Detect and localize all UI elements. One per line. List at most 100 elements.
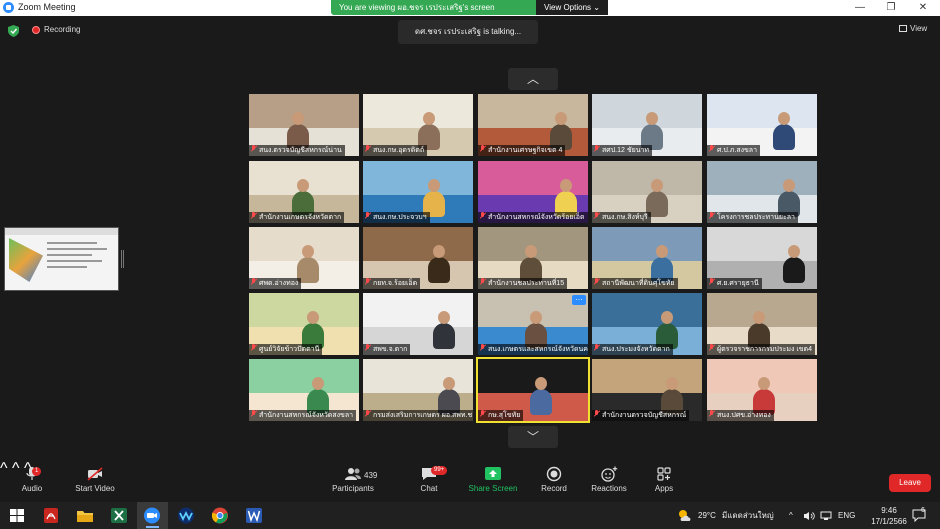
- leave-button[interactable]: Leave: [889, 474, 931, 492]
- participant-head: [297, 179, 309, 192]
- windows-start-icon[interactable]: [8, 507, 26, 524]
- word-icon[interactable]: [245, 507, 263, 524]
- participant-name-bar: สพข.จ.ตาก: [363, 344, 411, 355]
- chat-badge: 99+: [431, 466, 448, 475]
- file-explorer-icon[interactable]: [76, 507, 94, 524]
- participant-name: ผู้ตรวจราชการกรมประมง เขต4: [717, 346, 812, 353]
- participant-video-tile[interactable]: สนง.ตรวจบัญชีสหกรณ์น่าน: [249, 94, 359, 156]
- start-video-button[interactable]: Start Video: [72, 466, 118, 493]
- text-line: [47, 266, 87, 268]
- weather-description[interactable]: มีแดดส่วนใหญ่: [722, 502, 774, 529]
- participant-head: [661, 311, 673, 324]
- pdf-reader-icon[interactable]: [42, 507, 60, 524]
- participant-video-tile[interactable]: สนง.กษ.สิงห์บุรี: [592, 161, 702, 223]
- webex-icon[interactable]: [177, 507, 195, 524]
- participant-head: [428, 179, 440, 192]
- participant-video-tile[interactable]: สำนักงานสหกรณ์จังหวัดสงขลา: [249, 359, 359, 421]
- participant-video-tile[interactable]: สถานีพัฒนาที่ดินศุโขทัย: [592, 227, 702, 289]
- close-button[interactable]: ✕: [908, 0, 938, 16]
- tile-more-options-icon[interactable]: …: [572, 294, 586, 305]
- previous-page-button[interactable]: ︿: [508, 68, 558, 90]
- participant-video-tile[interactable]: กษ.สุโขทัย: [476, 357, 590, 423]
- participant-name: สนง.กษ.อุดรดิตถ์: [373, 147, 425, 154]
- reactions-button[interactable]: Reactions: [589, 466, 629, 493]
- participant-video-tile[interactable]: ศพด.อ่างทอง: [249, 227, 359, 289]
- participant-video-tile[interactable]: ผู้ตรวจราชการกรมประมง เขต4: [707, 293, 817, 355]
- participant-video-tile[interactable]: ศูนย์วิจัยข้าวปัตตานี: [249, 293, 359, 355]
- participant-name: สนง.ปศข.อ่างทอง: [717, 412, 771, 419]
- participant-name-bar: สำนักงานสหกรณ์จังหวัดร้อยเอ็ด: [478, 212, 588, 223]
- reactions-icon: [601, 466, 618, 482]
- participant-name: สำนักงานสหกรณ์จังหวัดร้อยเอ็ด: [488, 214, 585, 221]
- audio-label: Audio: [21, 484, 43, 493]
- minimize-button[interactable]: —: [845, 0, 875, 16]
- shared-screen-thumbnail[interactable]: [4, 227, 119, 291]
- participant-head: [302, 245, 314, 258]
- input-language[interactable]: ENG: [838, 502, 855, 529]
- participant-video-tile[interactable]: สำนักงานสหกรณ์จังหวัดร้อยเอ็ด: [478, 161, 588, 223]
- system-clock[interactable]: 9:46 17/1/2566: [870, 505, 908, 527]
- encryption-shield-icon[interactable]: [8, 25, 19, 37]
- maximize-button[interactable]: ❐: [876, 0, 906, 16]
- participant-video-tile[interactable]: สนง.กษ.อุดรดิตถ์: [363, 94, 473, 156]
- participant-video-tile[interactable]: … สนง.เกษตรและสหกรณ์จังหวัดนครพนม: [478, 293, 588, 355]
- notification-count: 6: [921, 507, 925, 514]
- participant-video-tile[interactable]: สพข.จ.ตาก: [363, 293, 473, 355]
- participant-head: [646, 112, 658, 125]
- view-button[interactable]: View: [899, 24, 927, 33]
- muted-microphone-icon: [594, 212, 600, 220]
- participant-video-tile[interactable]: สำนักงานชลประทานที่15: [478, 227, 588, 289]
- participant-video-tile[interactable]: ศ.ป.ภ.สงขลา: [707, 94, 817, 156]
- participant-video-tile[interactable]: สำนักงานเกษตรจังหวัดตาก: [249, 161, 359, 223]
- participant-figure: [773, 124, 795, 150]
- participant-name-bar: กรมส่งเสริมการเกษตร ผอ.สพท.ชลบุรี: [363, 410, 473, 421]
- participant-video-tile[interactable]: สนง.กษ.ประจวบฯ: [363, 161, 473, 223]
- participant-video-tile[interactable]: ศ.ย.ศรายุธานี: [707, 227, 817, 289]
- speaker-icon[interactable]: [803, 511, 815, 521]
- next-page-button[interactable]: ﹀: [508, 426, 558, 448]
- participant-name: สนง.กษ.สิงห์บุรี: [602, 214, 648, 221]
- participant-head: [778, 112, 790, 125]
- weather-icon[interactable]: [677, 508, 693, 523]
- participant-name-bar: ศพด.อ่างทอง: [249, 278, 302, 289]
- excel-icon[interactable]: [110, 507, 128, 524]
- participant-name-bar: สำนักงานตรวจบัญชีสหกรณ์: [592, 410, 690, 421]
- participant-video-tile[interactable]: สำนักงานตรวจบัญชีสหกรณ์: [592, 359, 702, 421]
- participant-name: สำนักงานเศรษฐกิจเขต 4: [488, 147, 563, 154]
- participant-name: สศป.12 ชัยนาท: [602, 147, 650, 154]
- chrome-icon[interactable]: [211, 507, 229, 524]
- meeting-toolbar: Audio 1 ^ Start Video Participants 439 ^: [0, 460, 940, 502]
- participant-video-tile[interactable]: สนง.ปศข.อ่างทอง: [707, 359, 817, 421]
- participant-head: [783, 179, 795, 192]
- participant-name: กรมส่งเสริมการเกษตร ผอ.สพท.ชลบุรี: [373, 412, 473, 419]
- tray-overflow-icon[interactable]: ^: [789, 502, 793, 529]
- participant-video-tile[interactable]: กรมส่งเสริมการเกษตร ผอ.สพท.ชลบุรี: [363, 359, 473, 421]
- view-options-button[interactable]: View Options ⌄: [536, 0, 608, 15]
- participant-name: สนง.ประมงจังหวัดตาก: [602, 346, 670, 353]
- participant-video-tile[interactable]: กยท.จ.ร้อยเอ็ด: [363, 227, 473, 289]
- participant-name: สนง.กษ.ประจวบฯ: [373, 214, 427, 221]
- participant-name-bar: กยท.จ.ร้อยเอ็ด: [363, 278, 421, 289]
- muted-microphone-icon: [594, 344, 600, 352]
- participant-video-tile[interactable]: สำนักงานเศรษฐกิจเขต 4: [478, 94, 588, 156]
- participant-head: [312, 377, 324, 390]
- participant-video-tile[interactable]: สนง.ประมงจังหวัดตาก: [592, 293, 702, 355]
- weather-temperature[interactable]: 29°C: [698, 502, 716, 529]
- share-screen-button[interactable]: Share Screen: [466, 466, 520, 493]
- audio-options-caret[interactable]: ^: [0, 460, 8, 477]
- participant-video-tile[interactable]: สศป.12 ชัยนาท: [592, 94, 702, 156]
- recording-label[interactable]: Recording: [44, 25, 80, 34]
- thumbnail-drag-handle[interactable]: [121, 250, 124, 268]
- participant-head: [443, 377, 455, 390]
- participant-head: [423, 112, 435, 125]
- muted-microphone-icon: [365, 212, 371, 220]
- participant-name-bar: ศ.ป.ภ.สงขลา: [707, 145, 761, 156]
- participant-figure: [530, 389, 552, 415]
- apps-button[interactable]: Apps: [650, 466, 678, 493]
- zoom-app-icon[interactable]: [143, 507, 161, 524]
- participant-name: สถานีพัฒนาที่ดินศุโขทัย: [602, 280, 675, 287]
- participant-video-tile[interactable]: โครงการชลประทานยะลา: [707, 161, 817, 223]
- muted-microphone-icon: [365, 145, 371, 153]
- record-button[interactable]: Record: [538, 466, 570, 493]
- network-icon[interactable]: [820, 511, 832, 521]
